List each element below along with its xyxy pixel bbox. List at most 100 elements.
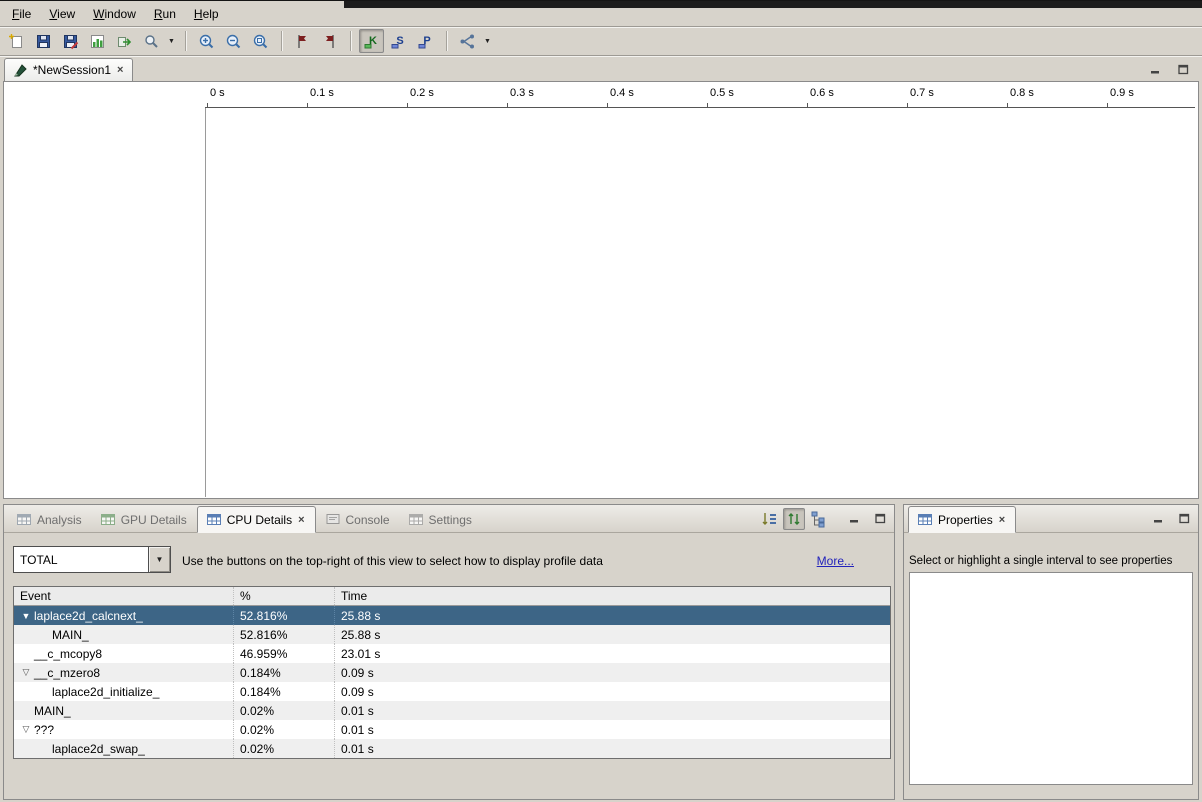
sort-icon bbox=[760, 510, 778, 528]
more-link[interactable]: More... bbox=[817, 554, 854, 568]
maximize-button[interactable] bbox=[1175, 62, 1191, 77]
minimize-button[interactable] bbox=[1147, 62, 1163, 77]
tab-close-icon[interactable]: × bbox=[297, 514, 305, 526]
profile-selector[interactable]: TOTAL ▼ bbox=[13, 546, 171, 573]
profile-selector-dropdown[interactable]: ▼ bbox=[148, 547, 170, 572]
expand-marker-icon[interactable]: ▽ bbox=[18, 724, 34, 735]
event-cell: __c_mcopy8 bbox=[14, 644, 234, 663]
export-button[interactable] bbox=[112, 29, 137, 53]
zoom-out-button[interactable] bbox=[221, 29, 246, 53]
titlebar-sliver bbox=[344, 1, 1202, 8]
save-as-icon bbox=[62, 33, 79, 50]
tab-properties[interactable]: Properties × bbox=[908, 506, 1016, 533]
zoom-out-icon bbox=[225, 33, 242, 50]
save-as-button[interactable] bbox=[58, 29, 83, 53]
zoom-fit-button[interactable] bbox=[248, 29, 273, 53]
table-row[interactable]: laplace2d_swap_0.02%0.01 s bbox=[14, 739, 890, 758]
event-name: laplace2d_calcnext_ bbox=[34, 609, 143, 623]
stream-toggle-button[interactable]: S bbox=[386, 29, 411, 53]
profile-selector-value: TOTAL bbox=[14, 547, 148, 572]
view-toolbar bbox=[758, 508, 830, 530]
ruler-tick bbox=[707, 103, 708, 108]
table-row[interactable]: MAIN_52.816%25.88 s bbox=[14, 625, 890, 644]
session-tab[interactable]: *NewSession1 × bbox=[4, 58, 133, 81]
column-header-time[interactable]: Time bbox=[335, 587, 890, 605]
menu-item-window[interactable]: Window bbox=[85, 5, 144, 23]
ruler-tick bbox=[507, 103, 508, 108]
menu-item-help[interactable]: Help bbox=[186, 5, 227, 23]
new-session-button[interactable] bbox=[4, 29, 29, 53]
dropdown-arrow-icon[interactable]: ▼ bbox=[166, 38, 177, 45]
session-tab-close-icon[interactable]: × bbox=[116, 64, 124, 76]
time-cell: 0.09 s bbox=[335, 682, 890, 701]
flat-view-button[interactable] bbox=[783, 508, 805, 530]
tab-analysis[interactable]: Analysis bbox=[8, 507, 91, 532]
event-name: MAIN_ bbox=[34, 704, 71, 718]
process-toggle-icon: P bbox=[417, 32, 435, 50]
minimize-button[interactable] bbox=[1150, 511, 1166, 526]
expand-marker-icon[interactable]: ▽ bbox=[18, 667, 34, 678]
ruler-tick bbox=[407, 103, 408, 108]
properties-tab-bar: Properties × bbox=[904, 505, 1198, 533]
details-hint: Use the buttons on the top-right of this… bbox=[182, 554, 603, 568]
minimize-button[interactable] bbox=[846, 511, 862, 526]
column-header-event[interactable]: Event bbox=[14, 587, 234, 605]
ruler-tick bbox=[607, 103, 608, 108]
properties-tab-close-icon[interactable]: × bbox=[998, 514, 1006, 526]
ruler-tick-label: 0.7 s bbox=[910, 87, 934, 99]
tab-label: Analysis bbox=[37, 513, 82, 527]
tab-settings[interactable]: Settings bbox=[400, 507, 481, 532]
ruler-tick-label: 0.1 s bbox=[310, 87, 334, 99]
ruler-tick-label: 0.8 s bbox=[1010, 87, 1034, 99]
table-row[interactable]: MAIN_0.02%0.01 s bbox=[14, 701, 890, 720]
column-header-percent[interactable]: % bbox=[234, 587, 335, 605]
time-cell: 23.01 s bbox=[335, 644, 890, 663]
call-tree-icon bbox=[810, 510, 828, 528]
timeline-editor: *NewSession1 × 0 s0.1 s0.2 s0.3 s0.4 s0.… bbox=[3, 57, 1199, 499]
analysis-button[interactable] bbox=[455, 29, 480, 53]
expand-marker-icon[interactable]: ▼ bbox=[18, 611, 34, 621]
table-row[interactable]: ▽__c_mzero80.184%0.09 s bbox=[14, 663, 890, 682]
timeline-ruler: 0 s0.1 s0.2 s0.3 s0.4 s0.5 s0.6 s0.7 s0.… bbox=[4, 82, 1198, 108]
table-row[interactable]: ▼laplace2d_calcnext_52.816%25.88 s bbox=[14, 606, 890, 625]
zoom-menu-button[interactable] bbox=[139, 29, 164, 53]
save-button[interactable] bbox=[31, 29, 56, 53]
process-toggle-button[interactable]: P bbox=[413, 29, 438, 53]
call-tree-button[interactable] bbox=[808, 508, 830, 530]
time-cell: 25.88 s bbox=[335, 625, 890, 644]
menu-item-file[interactable]: File bbox=[4, 5, 39, 23]
cpu-details-tab-icon bbox=[207, 513, 222, 526]
tab-gpu-details[interactable]: GPU Details bbox=[92, 507, 196, 532]
toolbar-separator bbox=[281, 31, 282, 51]
menu-item-view[interactable]: View bbox=[41, 5, 83, 23]
timeline-divider[interactable] bbox=[205, 108, 206, 497]
analysis-tab-icon bbox=[17, 513, 32, 526]
table-row[interactable]: __c_mcopy846.959%23.01 s bbox=[14, 644, 890, 663]
table-row[interactable]: laplace2d_initialize_0.184%0.09 s bbox=[14, 682, 890, 701]
chart-button[interactable] bbox=[85, 29, 110, 53]
details-window-buttons bbox=[846, 511, 888, 526]
marker-next-button[interactable] bbox=[290, 29, 315, 53]
editor-window-buttons bbox=[1147, 62, 1191, 77]
tab-cpu-details[interactable]: CPU Details× bbox=[197, 506, 316, 533]
kernel-toggle-button[interactable]: K bbox=[359, 29, 384, 53]
percent-cell: 52.816% bbox=[234, 606, 335, 625]
percent-cell: 52.816% bbox=[234, 625, 335, 644]
table-row[interactable]: ▽???0.02%0.01 s bbox=[14, 720, 890, 739]
table-header: Event % Time bbox=[14, 587, 890, 606]
ruler-tick-label: 0.2 s bbox=[410, 87, 434, 99]
tab-console[interactable]: Console bbox=[317, 507, 399, 532]
maximize-button[interactable] bbox=[1176, 511, 1192, 526]
ruler-tick bbox=[307, 103, 308, 108]
time-cell: 0.01 s bbox=[335, 720, 890, 739]
menu-item-run[interactable]: Run bbox=[146, 5, 184, 23]
marker-prev-button[interactable] bbox=[317, 29, 342, 53]
sort-button[interactable] bbox=[758, 508, 780, 530]
event-cell: laplace2d_initialize_ bbox=[14, 682, 234, 701]
analysis-icon bbox=[459, 33, 476, 50]
event-cell: ▼laplace2d_calcnext_ bbox=[14, 606, 234, 625]
maximize-button[interactable] bbox=[872, 511, 888, 526]
zoom-in-button[interactable] bbox=[194, 29, 219, 53]
dropdown-arrow-icon[interactable]: ▼ bbox=[482, 38, 493, 45]
ruler-tick-label: 0.5 s bbox=[710, 87, 734, 99]
